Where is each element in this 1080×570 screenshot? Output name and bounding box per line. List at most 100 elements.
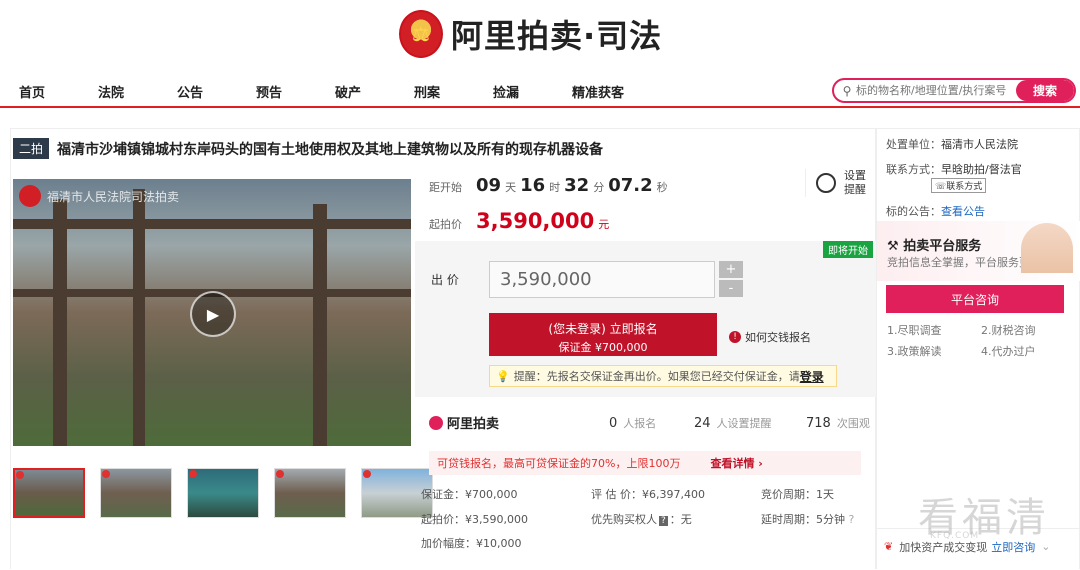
hammer-icon: ⚒ (887, 239, 899, 254)
round-badge: 二拍 (13, 138, 50, 159)
hand-coin-icon: ❦ (884, 540, 894, 553)
question-icon[interactable]: ? (849, 513, 855, 526)
bid-panel: 即将开始 出 价 + - (您未登录) 立即报名 保证金 ¥700,000 ! 如… (415, 241, 877, 397)
court-emblem-icon (19, 185, 41, 207)
countdown-label: 距开始 (429, 181, 462, 194)
service-title-text: 拍卖平台服务 (903, 239, 982, 254)
set-reminder-button[interactable]: 设置 提醒 (805, 169, 866, 197)
loan-details-link[interactable]: 查看详情 › (710, 455, 762, 471)
search-input[interactable] (856, 84, 1006, 97)
service-item[interactable]: 4.代办过户 (981, 343, 1036, 359)
court-name: 福清市人民法院 (941, 138, 1018, 151)
brand-title: 阿里拍卖·司法 (451, 17, 663, 55)
reminder-line1: 设置 (844, 169, 866, 182)
search-icon: ⚲ (842, 83, 852, 98)
service-title: ⚒ 拍卖平台服务 (887, 235, 981, 254)
notice-row: 标的公告：查看公告 (886, 203, 985, 219)
search-button[interactable]: 搜索 (1016, 80, 1074, 101)
info-icon: ! (729, 331, 741, 343)
agent-avatar (1021, 223, 1073, 273)
countdown-days: 09 (476, 175, 502, 196)
contact-button[interactable]: ☏联系方式 (931, 178, 987, 193)
nav-item-notices[interactable]: 公告 (177, 82, 203, 101)
court-emblem-icon: ⚖ (399, 10, 443, 58)
contact-row: 联系方式：早晗助拍/督法官 (886, 161, 1022, 177)
countdown-second-unit: 秒 (656, 181, 668, 194)
decrease-bid-button[interactable]: - (719, 280, 743, 297)
phone-icon: ☏ (935, 182, 947, 192)
countdown-minutes: 32 (564, 175, 590, 196)
start-price-row: 起拍价 3,590,000 元 (429, 209, 609, 233)
photo-beam (13, 219, 411, 229)
login-link[interactable]: 登录 (800, 368, 824, 385)
bid-label: 出 价 (431, 273, 459, 287)
priority-label: 优先购买权人 (591, 513, 657, 526)
court-row: 处置单位：福清市人民法院 (886, 136, 1018, 152)
site-header: ⚖ 阿里拍卖·司法 (0, 0, 1080, 72)
auction-info: 距开始 09 天 16 时 32 分 07.2 秒 设置 提醒 起拍价 3,59… (415, 129, 877, 570)
how-to-pay-link[interactable]: ! 如何交钱报名 (729, 329, 811, 345)
nav-item-previews[interactable]: 预告 (256, 82, 282, 101)
thumbnail[interactable] (274, 468, 346, 518)
signup-count-unit: 人报名 (623, 417, 657, 430)
platform-service: ⚒ 拍卖平台服务 竞拍信息全掌握，平台服务更放心 (877, 221, 1080, 281)
thumbnail[interactable] (187, 468, 259, 518)
view-count-value: 718 (806, 416, 831, 431)
loan-banner: 可贷钱报名，最高可贷保证金的70%，上限100万 查看详情 › (429, 451, 861, 475)
platform-logo: 阿里拍卖 (429, 413, 499, 432)
bid-amount-field[interactable] (489, 261, 715, 298)
thumbnail[interactable] (100, 468, 172, 518)
thumbnail-strip (13, 468, 433, 518)
reminder-count-value: 24 (694, 416, 711, 431)
notice-link[interactable]: 查看公告 (941, 205, 985, 218)
countdown-day-unit: 天 (505, 181, 517, 194)
signup-label: (您未登录) 立即报名 (548, 321, 658, 336)
ali-auction-icon (429, 415, 443, 430)
status-badge: 即将开始 (823, 241, 873, 258)
nav-item-home[interactable]: 首页 (19, 82, 45, 101)
loan-text: 可贷钱报名，最高可贷保证金的70%，上限100万 (437, 457, 681, 470)
nav-item-bargains[interactable]: 捡漏 (493, 82, 519, 101)
image-dot-icon (189, 470, 197, 478)
view-count-unit: 次围观 (836, 417, 870, 430)
auction-stats: 阿里拍卖 0 人报名 24 人设置提醒 718 次围观 (429, 413, 877, 432)
reminder-line2: 提醒 (844, 183, 866, 196)
play-icon[interactable]: ▶ (190, 291, 236, 337)
start-price-label: 起拍价 (429, 218, 462, 231)
delay-text: 延时周期：5分钟 (761, 513, 845, 526)
main-nav: 首页 法院 公告 预告 破产 刑案 捡漏 精准获客 ⚲ 搜索 (0, 72, 1080, 108)
notice-label: 标的公告： (886, 205, 941, 218)
signup-count: 0 人报名 (609, 415, 656, 431)
period-detail: 竞价周期：1天 (761, 488, 834, 501)
reminder-count-unit: 人设置提醒 (716, 417, 772, 430)
nav-item-bankruptcy[interactable]: 破产 (335, 82, 361, 101)
consult-button[interactable]: 平台咨询 (886, 285, 1064, 313)
thumbnail[interactable] (13, 468, 85, 518)
countdown-hour-unit: 时 (549, 181, 561, 194)
main-photo[interactable]: 福清市人民法院司法拍卖 ▶ (13, 179, 411, 446)
video-dot-icon (16, 471, 24, 479)
service-item[interactable]: 3.政策解读 (887, 343, 942, 359)
countdown-hours: 16 (520, 175, 546, 196)
increase-bid-button[interactable]: + (719, 261, 743, 278)
nav-item-criminal[interactable]: 刑案 (414, 82, 440, 101)
start-price-detail: 起拍价：¥3,590,000 (421, 513, 528, 526)
login-tip: 💡 提醒：先报名交保证金再出价。如果您已经交付保证金，请 登录 (489, 365, 837, 387)
view-count: 718 次围观 (806, 415, 870, 431)
countdown-seconds: 07.2 (608, 175, 653, 196)
site-watermark: 看福清 KFQ.COM (918, 485, 1050, 543)
nav-item-courts[interactable]: 法院 (98, 82, 124, 101)
reminder-count: 24 人设置提醒 (694, 415, 772, 431)
signup-button[interactable]: (您未登录) 立即报名 保证金 ¥700,000 (489, 313, 717, 356)
tip-text: 提醒：先报名交保证金再出价。如果您已经交付保证金，请 (513, 370, 800, 383)
site-logo[interactable]: ⚖ 阿里拍卖·司法 (399, 10, 662, 58)
help-icon[interactable]: ? (659, 516, 668, 526)
service-item[interactable]: 1.尽职调查 (887, 322, 942, 338)
photo-column (53, 199, 67, 446)
service-item[interactable]: 2.财税咨询 (981, 322, 1036, 338)
platform-name: 阿里拍卖 (447, 417, 500, 432)
nav-item-leads[interactable]: 精准获客 (572, 82, 624, 101)
alarm-clock-icon (816, 173, 836, 193)
photo-column (313, 204, 327, 446)
image-dot-icon (102, 470, 110, 478)
